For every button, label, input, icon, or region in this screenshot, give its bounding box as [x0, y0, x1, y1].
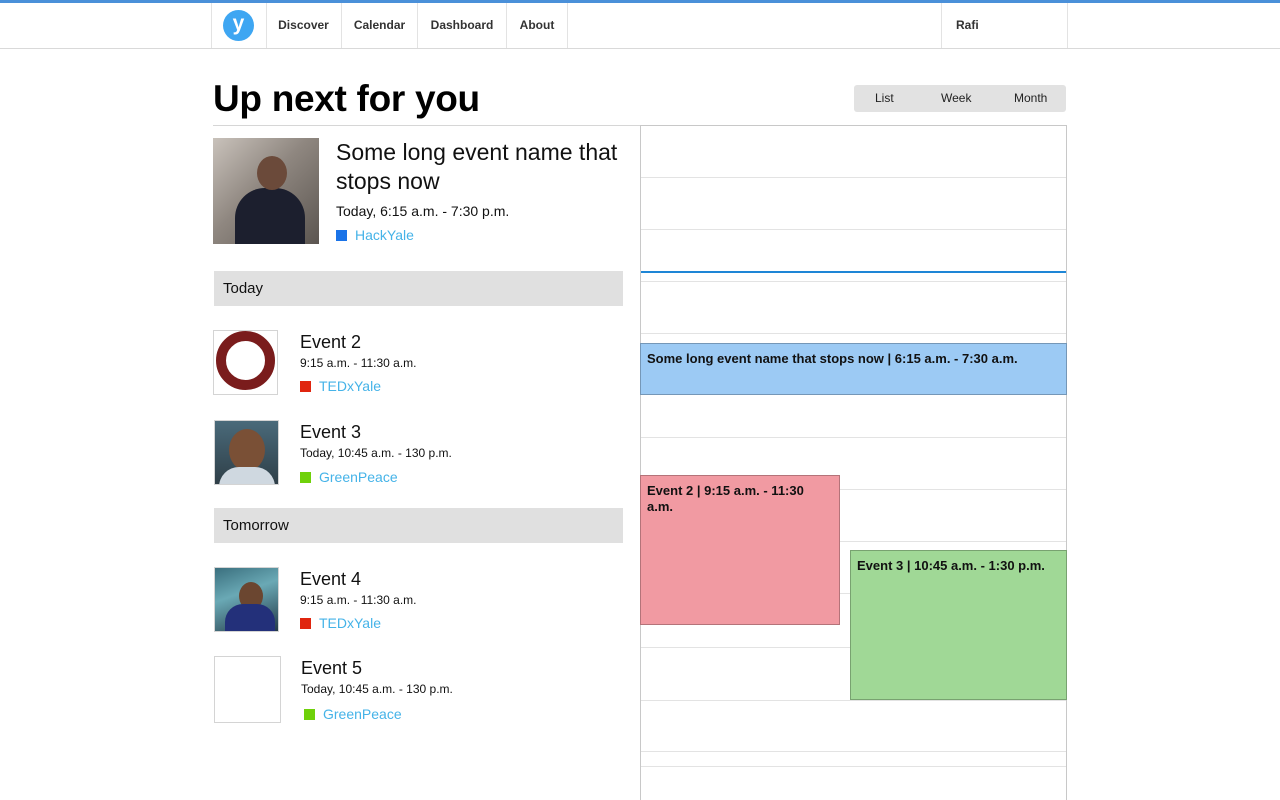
featured-event-photo[interactable]: [213, 138, 319, 244]
logo-icon[interactable]: y: [223, 10, 254, 41]
view-month-button[interactable]: Month: [1014, 85, 1047, 112]
hour-gridline: [641, 177, 1066, 178]
calendar-event-block[interactable]: Event 3 | 10:45 a.m. - 1:30 p.m.: [850, 550, 1067, 700]
event-thumbnail[interactable]: [213, 330, 278, 395]
event-time: Today, 10:45 a.m. - 130 p.m.: [300, 446, 452, 460]
person-face: [229, 429, 265, 471]
event-org[interactable]: GreenPeace: [304, 706, 402, 722]
view-list-button[interactable]: List: [875, 85, 894, 112]
event-title[interactable]: Event 4: [300, 569, 361, 590]
person-silhouette: [235, 188, 305, 244]
section-heading-today: Today: [214, 271, 623, 306]
day-calendar[interactable]: Some long event name that stops now | 6:…: [640, 125, 1067, 800]
nav-discover[interactable]: Discover: [266, 3, 342, 48]
org-color-swatch: [300, 381, 311, 392]
divider: [213, 125, 640, 126]
hour-gridline: [641, 700, 1066, 701]
org-color-swatch: [300, 472, 311, 483]
event-thumbnail[interactable]: [214, 420, 279, 485]
event-title[interactable]: Event 3: [300, 422, 361, 443]
event-time: 9:15 a.m. - 11:30 a.m.: [300, 593, 417, 607]
featured-event-org[interactable]: HackYale: [336, 227, 414, 243]
featured-event-title[interactable]: Some long event name that stops now: [336, 138, 626, 196]
section-heading-tomorrow: Tomorrow: [214, 508, 623, 543]
nav-about[interactable]: About: [507, 3, 568, 48]
view-week-button[interactable]: Week: [941, 85, 971, 112]
logo[interactable]: y: [211, 3, 267, 48]
event-org[interactable]: TEDxYale: [300, 378, 381, 394]
nav-dashboard[interactable]: Dashboard: [418, 3, 507, 48]
event-time: Today, 10:45 a.m. - 130 p.m.: [301, 682, 453, 696]
event-thumbnail[interactable]: [214, 656, 281, 723]
org-label[interactable]: TEDxYale: [319, 615, 381, 631]
calendar-event-block[interactable]: Some long event name that stops now | 6:…: [640, 343, 1067, 395]
hour-gridline: [641, 437, 1066, 438]
org-color-swatch: [300, 618, 311, 629]
hour-gridline: [641, 229, 1066, 230]
org-label[interactable]: GreenPeace: [319, 469, 398, 485]
navbar: y Discover Calendar Dashboard About Rafi: [0, 3, 1280, 49]
person-shirt: [225, 604, 275, 631]
person-head: [257, 156, 287, 190]
org-label[interactable]: GreenPeace: [323, 706, 402, 722]
nav-calendar[interactable]: Calendar: [342, 3, 418, 48]
event-title[interactable]: Event 5: [301, 658, 362, 679]
current-time-indicator: [641, 271, 1066, 273]
org-label[interactable]: HackYale: [355, 227, 414, 243]
org-color-swatch: [304, 709, 315, 720]
tedx-logo-icon: [216, 331, 275, 390]
event-org[interactable]: TEDxYale: [300, 615, 381, 631]
event-org[interactable]: GreenPeace: [300, 469, 398, 485]
calendar-event-block[interactable]: Event 2 | 9:15 a.m. - 11:30 a.m.: [640, 475, 840, 625]
event-title[interactable]: Event 2: [300, 332, 361, 353]
hour-gridline: [641, 281, 1066, 282]
view-toggle: List Week Month: [854, 85, 1066, 112]
person-shirt: [219, 467, 275, 484]
hour-gridline: [641, 766, 1066, 767]
page-title: Up next for you: [213, 78, 480, 119]
user-menu[interactable]: Rafi: [941, 3, 1068, 48]
event-time: 9:15 a.m. - 11:30 a.m.: [300, 356, 417, 370]
hour-gridline: [641, 333, 1066, 334]
featured-event-time: Today, 6:15 a.m. - 7:30 p.m.: [336, 203, 510, 219]
hour-gridline: [641, 751, 1066, 752]
org-label[interactable]: TEDxYale: [319, 378, 381, 394]
org-color-swatch: [336, 230, 347, 241]
event-thumbnail[interactable]: [214, 567, 279, 632]
